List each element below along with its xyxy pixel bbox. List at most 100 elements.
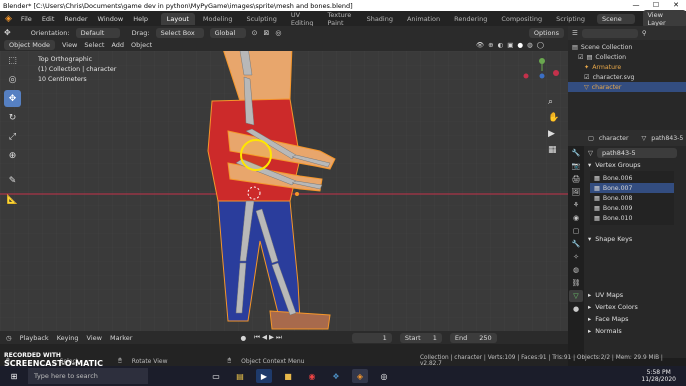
tab-scripting[interactable]: Scripting xyxy=(550,13,591,25)
tab-rendering[interactable]: Rendering xyxy=(448,13,493,25)
drag-dropdown[interactable]: Select Box xyxy=(155,27,204,38)
menu-playback[interactable]: Playback xyxy=(20,334,49,342)
tab-shading[interactable]: Shading xyxy=(361,13,399,25)
section-shape-keys[interactable]: ▾ Shape Keys xyxy=(584,233,686,245)
blender-logo-icon[interactable]: ◈ xyxy=(2,14,15,24)
annotate-tool-icon[interactable]: ✎ xyxy=(4,172,21,189)
options-dropdown[interactable]: Options xyxy=(528,27,564,38)
section-normals[interactable]: ▸ Normals xyxy=(584,325,686,337)
obs-icon[interactable]: ◎ xyxy=(376,369,392,383)
menu-edit[interactable]: Edit xyxy=(38,15,59,23)
section-vertex-groups[interactable]: ▾ Vertex Groups xyxy=(584,159,686,171)
filter-icon[interactable]: ⚲ xyxy=(642,29,647,37)
list-item[interactable]: ▦ Bone.009 xyxy=(590,203,674,213)
section-uv-maps[interactable]: ▸ UV Maps xyxy=(584,289,686,301)
list-item[interactable]: ▦ Bone.006 xyxy=(590,173,674,183)
outliner-row-scene-collection[interactable]: ▤ Scene Collection xyxy=(568,42,686,52)
3d-viewport[interactable]: Top Orthographic (1) Collection | charac… xyxy=(0,51,568,331)
material-shading-icon[interactable]: ◍ xyxy=(527,41,533,49)
menu-window[interactable]: Window xyxy=(94,15,128,23)
material-tab-icon[interactable]: ● xyxy=(569,303,583,315)
menu-marker[interactable]: Marker xyxy=(110,334,132,342)
tab-animation[interactable]: Animation xyxy=(401,13,446,25)
menu-view-timeline[interactable]: View xyxy=(87,334,102,342)
menu-help[interactable]: Help xyxy=(129,15,152,23)
folder-icon[interactable]: ■ xyxy=(280,369,296,383)
outliner-row-character-svg[interactable]: ☑ character.svg xyxy=(568,72,686,82)
list-item[interactable]: ▦ Bone.007 xyxy=(590,183,674,193)
cursor-tool-icon[interactable]: ◎ xyxy=(4,71,21,88)
outliner-search-input[interactable] xyxy=(581,28,638,38)
taskbar-search-input[interactable]: Type here to search xyxy=(28,368,148,384)
overlay-icon[interactable]: ◐ xyxy=(498,41,504,49)
object-origin[interactable] xyxy=(295,192,299,196)
outliner-editor-icon[interactable]: ☰ xyxy=(572,29,578,37)
physics-tab-icon[interactable]: ◍ xyxy=(569,264,583,276)
menu-keying[interactable]: Keying xyxy=(57,334,79,342)
particles-tab-icon[interactable]: ✧ xyxy=(569,251,583,263)
select-tool-icon[interactable]: ⬚ xyxy=(4,52,21,69)
checkbox-icon[interactable]: ☑ xyxy=(578,54,584,61)
rotate-tool-icon[interactable]: ↻ xyxy=(4,109,21,126)
blender-app-icon[interactable]: ◈ xyxy=(352,369,368,383)
checkbox-icon[interactable]: ☑ xyxy=(584,74,590,81)
grid-toggle-icon[interactable]: ▦ xyxy=(548,145,559,155)
menu-file[interactable]: File xyxy=(17,15,36,23)
view-layer-tab-icon[interactable]: 🖼 xyxy=(569,186,583,198)
scale-tool-icon[interactable]: ⤢ xyxy=(4,128,21,145)
task-view-icon[interactable]: ▭ xyxy=(208,369,224,383)
visibility-icon[interactable]: 👁 xyxy=(476,41,484,49)
end-frame-field[interactable]: End 250 xyxy=(449,332,497,343)
section-vertex-colors[interactable]: ▸ Vertex Colors xyxy=(584,301,686,313)
camera-icon[interactable]: ▶ xyxy=(548,129,559,139)
outliner-row-character[interactable]: ▽ character xyxy=(568,82,686,92)
section-face-maps[interactable]: ▸ Face Maps xyxy=(584,313,686,325)
snap-icon[interactable]: ⊠ xyxy=(263,29,269,37)
menu-view[interactable]: View xyxy=(62,41,77,49)
record-icon[interactable]: ● xyxy=(240,334,246,342)
outliner-row-collection[interactable]: ☑ ▤ Collection xyxy=(568,52,686,62)
zoom-icon[interactable]: ⌕ xyxy=(548,97,559,107)
list-item[interactable]: ▦ Bone.010 xyxy=(590,213,674,223)
scene-tab-icon[interactable]: ⚘ xyxy=(569,199,583,211)
start-frame-field[interactable]: Start 1 xyxy=(399,332,442,343)
menu-render[interactable]: Render xyxy=(60,15,91,23)
transform-tool-icon[interactable]: ⊕ xyxy=(4,147,21,164)
tab-compositing[interactable]: Compositing xyxy=(495,13,548,25)
tab-sculpting[interactable]: Sculpting xyxy=(240,13,282,25)
pan-hand-icon[interactable]: ✋ xyxy=(548,113,559,123)
python-icon[interactable]: ❖ xyxy=(328,369,344,383)
terminal-icon[interactable]: ▶ xyxy=(256,369,272,383)
current-frame-field[interactable]: 1 xyxy=(351,332,392,343)
move-tool-icon[interactable]: ✥ xyxy=(4,90,21,107)
transform-orientation-dropdown[interactable]: Global xyxy=(209,27,246,38)
world-tab-icon[interactable]: ◉ xyxy=(569,212,583,224)
menu-select[interactable]: Select xyxy=(84,41,104,49)
output-tab-icon[interactable]: 🖨 xyxy=(569,173,583,185)
render-tab-icon[interactable]: 📷 xyxy=(569,160,583,172)
scene-selector[interactable]: Scene xyxy=(596,13,635,24)
mesh-data-tab-icon[interactable]: ▽ xyxy=(569,290,583,302)
xray-icon[interactable]: ▣ xyxy=(507,41,513,49)
menu-add[interactable]: Add xyxy=(111,41,124,49)
tab-layout[interactable]: Layout xyxy=(160,12,195,25)
list-item[interactable]: ▦ Bone.008 xyxy=(590,193,674,203)
mode-dropdown[interactable]: Object Mode xyxy=(4,40,55,50)
object-tab-icon[interactable]: ▢ xyxy=(569,225,583,237)
outliner-row-armature[interactable]: ✦ Armature xyxy=(568,62,686,72)
menu-object[interactable]: Object xyxy=(131,41,152,49)
timeline-editor-icon[interactable]: ◷ xyxy=(6,334,12,342)
tab-modeling[interactable]: Modeling xyxy=(197,13,239,25)
pivot-icon[interactable]: ⊙ xyxy=(252,29,258,37)
viewlayer-selector[interactable]: View Layer xyxy=(642,9,686,28)
file-explorer-icon[interactable]: ▤ xyxy=(232,369,248,383)
constraints-tab-icon[interactable]: ⛓ xyxy=(569,277,583,289)
measure-tool-icon[interactable]: 📐 xyxy=(4,191,21,208)
data-name-field[interactable]: path843-5 xyxy=(597,147,677,158)
solid-shading-icon[interactable]: ● xyxy=(517,41,523,49)
chrome-icon[interactable]: ◉ xyxy=(304,369,320,383)
gizmo-icon[interactable]: ⊕ xyxy=(488,41,493,49)
windows-start-icon[interactable]: ⊞ xyxy=(6,369,22,383)
orientation-dropdown[interactable]: Default xyxy=(75,27,120,38)
taskbar-clock[interactable]: 5:58 PM 11/28/2020 xyxy=(641,369,676,383)
